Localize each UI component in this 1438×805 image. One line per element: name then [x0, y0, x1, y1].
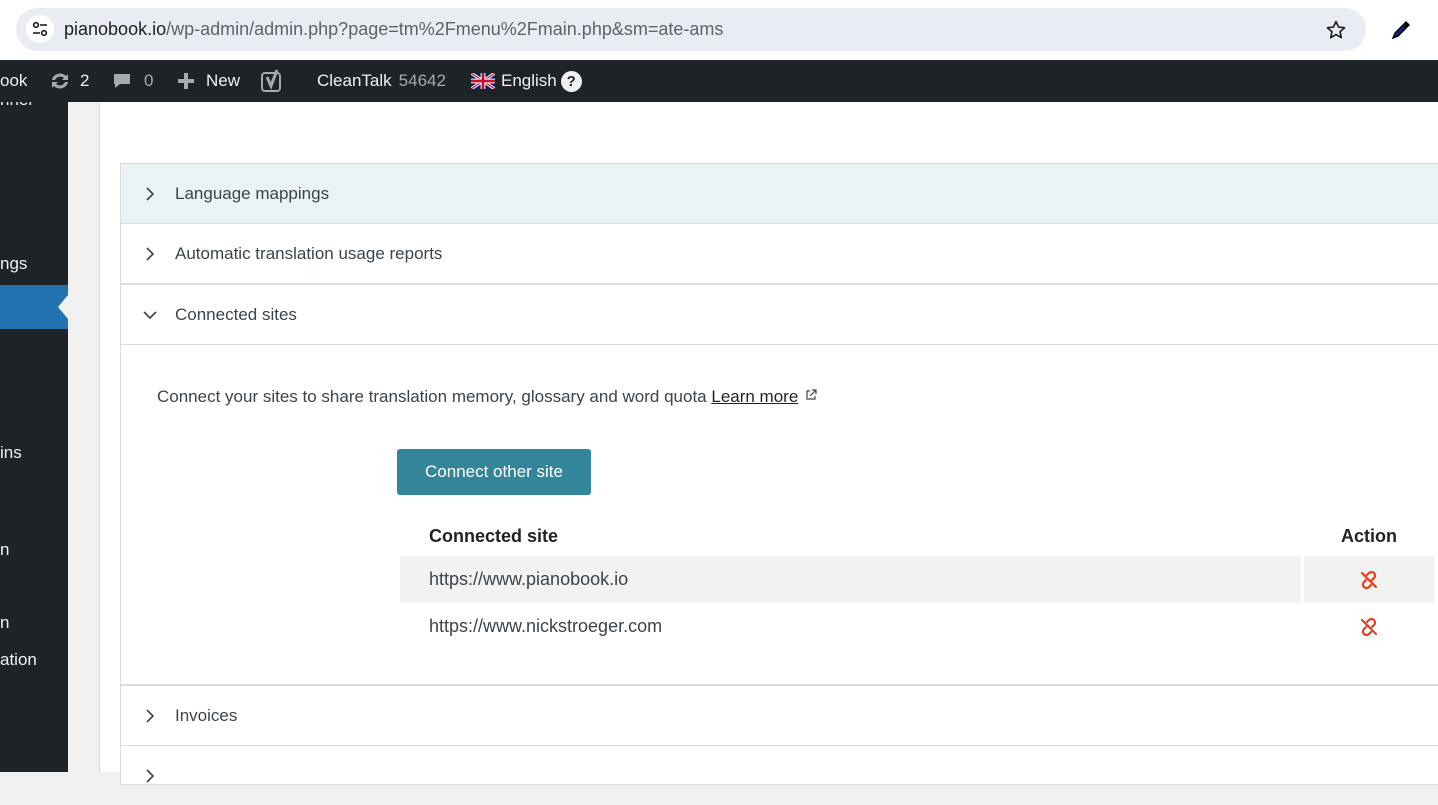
sidebar-item-settings[interactable]: ngs: [0, 254, 27, 274]
action-cell: [1304, 603, 1434, 650]
connected-sites-description: Connect your sites to share translation …: [157, 386, 817, 407]
sidebar-item-4[interactable]: n: [0, 540, 9, 560]
sidebar-item-label: ngs: [0, 254, 28, 273]
updates-count: 2: [80, 71, 90, 90]
chevron-right-icon: [143, 246, 157, 261]
unlink-icon[interactable]: [1359, 617, 1379, 637]
cleantalk-count: 54642: [398, 71, 446, 90]
comments-link[interactable]: 0: [112, 60, 153, 102]
current-menu-arrow: [58, 295, 68, 319]
new-content-link[interactable]: New: [176, 60, 240, 102]
accordion-next-partial[interactable]: [120, 745, 1438, 785]
column-header-site: Connected site: [429, 525, 559, 546]
settings-panel: Language mappings Automatic translation …: [99, 102, 1438, 785]
table-row: https://www.pianobook.io: [400, 556, 1434, 603]
uk-flag-icon: [471, 73, 495, 89]
column-header-action: Action: [1341, 525, 1397, 546]
cleantalk-label: CleanTalk: [317, 71, 392, 90]
accordion-header[interactable]: Invoices: [121, 686, 1438, 745]
yoast-seo-menu[interactable]: [260, 60, 286, 102]
action-cell: [1304, 556, 1434, 603]
sidebar-item-6[interactable]: ation: [0, 650, 37, 670]
table-row: https://www.nickstroeger.com: [400, 603, 1434, 650]
sidebar-item-1[interactable]: nner: [0, 102, 34, 110]
language-switcher[interactable]: English ?: [471, 60, 582, 102]
connected-sites-table: Connected site Action https://www.pianob…: [397, 516, 1437, 650]
accordion-connected-sites: Connected sites Connect your sites to sh…: [120, 284, 1438, 685]
address-bar[interactable]: pianobook.io/wp-admin/admin.php?page=tm%…: [16, 8, 1366, 51]
table-header-row: Connected site Action: [400, 516, 1434, 556]
description-text: Connect your sites to share translation …: [157, 387, 707, 406]
plus-icon: [176, 71, 196, 91]
accordion-header[interactable]: Connected sites: [121, 285, 1438, 344]
accordion-language-mappings[interactable]: Language mappings: [120, 163, 1438, 224]
site-info-icon[interactable]: [26, 15, 54, 43]
admin-sidebar-menu: nner ngs ins n n ation: [0, 102, 68, 772]
accordion-invoices[interactable]: Invoices: [120, 685, 1438, 746]
unlink-icon[interactable]: [1359, 570, 1379, 590]
sidebar-item-label: n: [0, 613, 10, 632]
accordion-title: Language mappings: [175, 183, 330, 203]
sidebar-item-label: n: [0, 540, 10, 559]
site-url-cell: https://www.nickstroeger.com: [429, 616, 663, 636]
chevron-right-icon: [143, 708, 157, 723]
help-icon[interactable]: ?: [560, 70, 582, 92]
connected-sites-body: Connect your sites to share translation …: [121, 344, 1438, 684]
site-url-cell: https://www.pianobook.io: [400, 556, 1301, 603]
sidebar-item-label: ins: [0, 443, 22, 462]
bookmark-star-icon[interactable]: [1323, 17, 1349, 43]
accordion-header[interactable]: Automatic translation usage reports: [121, 224, 1438, 283]
sidebar-item-plugins[interactable]: ins: [0, 443, 22, 463]
browser-toolbar: pianobook.io/wp-admin/admin.php?page=tm%…: [0, 0, 1438, 60]
accordion-usage-reports[interactable]: Automatic translation usage reports: [120, 223, 1438, 284]
site-name-link[interactable]: ook: [0, 60, 27, 102]
learn-more-link[interactable]: Learn more: [711, 387, 798, 406]
new-label: New: [206, 71, 241, 90]
connect-other-site-button[interactable]: Connect other site: [397, 449, 591, 495]
accordion-title: Automatic translation usage reports: [175, 243, 443, 263]
chevron-right-icon: [143, 768, 157, 783]
updates-link[interactable]: 2: [48, 60, 89, 102]
yoast-icon: [260, 68, 286, 94]
main-content: Language mappings Automatic translation …: [68, 102, 1438, 785]
chevron-right-icon: [143, 186, 157, 201]
cleantalk-menu[interactable]: CleanTalk 54642: [317, 60, 446, 102]
chevron-down-icon: [143, 308, 157, 322]
language-label: English: [501, 71, 557, 90]
comment-icon: [112, 71, 132, 91]
wp-admin-bar: ook 2 0 New CleanTalk 54642 English ?: [0, 60, 1438, 102]
url-path: /wp-admin/admin.php?page=tm%2Fmenu%2Fmai…: [166, 19, 724, 39]
external-link-icon: [805, 386, 817, 400]
sidebar-item-label: nner: [0, 102, 34, 109]
url-host: pianobook.io: [64, 19, 167, 39]
accordion-header[interactable]: [121, 746, 1438, 805]
accordion-title: Invoices: [175, 705, 238, 725]
url-text[interactable]: pianobook.io/wp-admin/admin.php?page=tm%…: [64, 19, 723, 40]
accordion-header[interactable]: Language mappings: [121, 164, 1438, 223]
comments-count: 0: [144, 71, 154, 90]
eyedropper-extension-icon[interactable]: [1386, 15, 1416, 45]
accordion-title: Connected sites: [175, 304, 297, 324]
site-name-label: ook: [0, 71, 28, 90]
sidebar-item-5[interactable]: n: [0, 613, 9, 633]
updates-icon: [48, 71, 72, 91]
sidebar-item-label: ation: [0, 650, 37, 669]
